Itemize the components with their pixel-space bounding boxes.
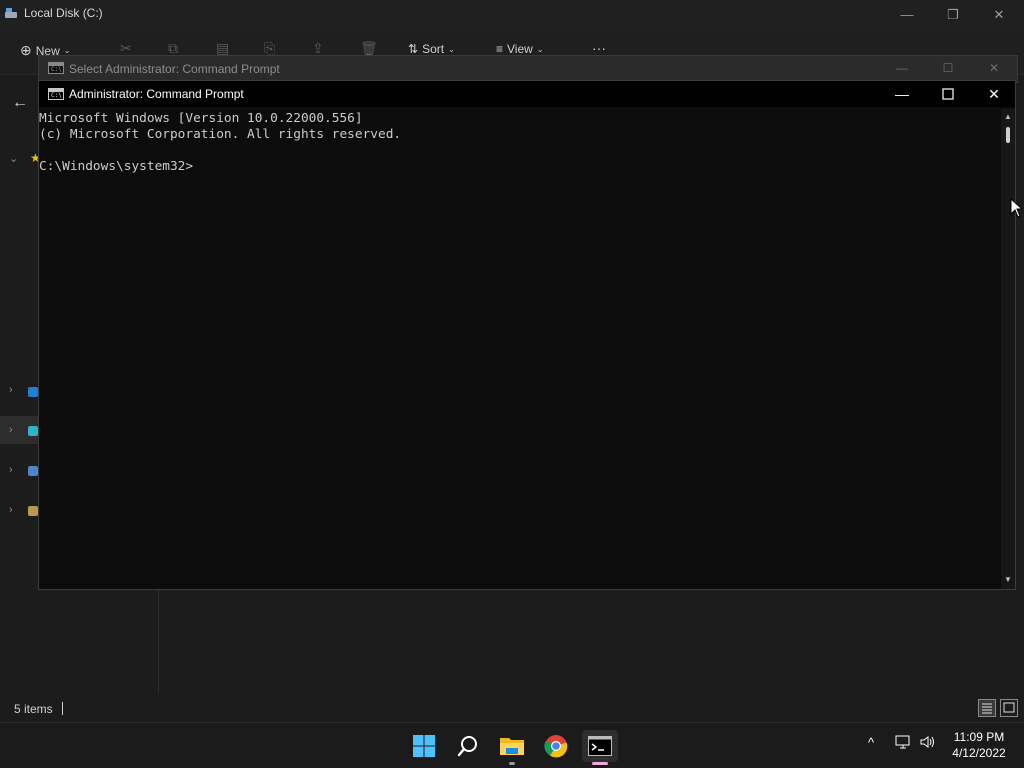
console-scrollbar[interactable]: ▲ ▼	[1001, 109, 1015, 589]
onedrive-icon	[28, 387, 38, 397]
console-prompt: C:\Windows\system32>	[39, 159, 194, 174]
drive-icon	[4, 6, 18, 18]
taskbar: ^ 11:09 PM 4/12/2022	[0, 722, 1024, 768]
ghost-maximize-button[interactable]: ☐	[925, 56, 971, 80]
details-view-button[interactable]	[978, 699, 996, 717]
chevron-down-icon: ⌄	[63, 46, 71, 55]
chevron-up-icon[interactable]: ^	[868, 735, 874, 750]
ghost-window-title: Select Administrator: Command Prompt	[69, 62, 280, 76]
plus-icon: ⊕	[20, 42, 32, 58]
sort-button[interactable]: ⇅ Sort ⌄	[408, 42, 455, 56]
console-line: (c) Microsoft Corporation. All rights re…	[39, 127, 402, 142]
chrome-icon[interactable]	[540, 730, 572, 762]
view-label: View	[507, 42, 533, 56]
search-icon[interactable]	[452, 730, 484, 762]
items-count: 5 items	[14, 702, 53, 716]
explorer-restore-button[interactable]: ❐	[930, 0, 976, 30]
network-icon[interactable]	[895, 735, 911, 752]
scroll-down-arrow-icon[interactable]: ▼	[1001, 575, 1015, 584]
chevron-down-icon[interactable]: ⌄	[9, 152, 18, 165]
chevron-right-icon[interactable]: ›	[9, 384, 13, 396]
chevron-down-icon: ⌄	[536, 44, 544, 54]
ghost-minimize-button[interactable]: —	[879, 56, 925, 80]
console-output[interactable]: Microsoft Windows [Version 10.0.22000.55…	[39, 111, 999, 587]
cmd-titlebar[interactable]: C:\ Administrator: Command Prompt — ✕	[39, 81, 1015, 107]
this-pc-icon	[28, 426, 38, 436]
chevron-down-icon: ⌄	[448, 44, 455, 54]
view-button[interactable]: ≡ View ⌄	[496, 42, 544, 56]
scroll-up-arrow-icon[interactable]: ▲	[1001, 112, 1015, 121]
view-icon: ≡	[496, 42, 504, 56]
clock-time[interactable]: 11:09 PM	[944, 730, 1014, 744]
console-line: Microsoft Windows [Version 10.0.22000.55…	[39, 111, 363, 126]
large-icons-view-button[interactable]	[1000, 699, 1018, 717]
explorer-running-indicator	[509, 762, 515, 765]
explorer-minimize-button[interactable]: —	[884, 0, 930, 30]
explorer-statusbar	[0, 694, 1024, 722]
explorer-title: Local Disk (C:)	[24, 6, 103, 20]
sort-label: Sort	[422, 42, 445, 56]
status-separator	[62, 702, 63, 715]
ghost-close-button[interactable]: ✕	[971, 56, 1017, 80]
ghost-command-prompt-window: C:\ Select Administrator: Command Prompt…	[38, 55, 1018, 83]
chevron-right-icon[interactable]: ›	[9, 424, 13, 436]
cmd-active-indicator	[592, 762, 608, 765]
sort-icon: ⇅	[408, 42, 419, 56]
command-prompt-icon: C:\	[48, 62, 64, 74]
command-prompt-icon[interactable]	[582, 730, 618, 762]
cmd-minimize-button[interactable]: —	[879, 81, 925, 107]
cmd-close-button[interactable]: ✕	[971, 81, 1017, 107]
mouse-pointer-icon	[1010, 197, 1024, 223]
cmd-maximize-button[interactable]	[925, 81, 971, 107]
network-icon	[28, 466, 38, 476]
command-prompt-window: C:\ Administrator: Command Prompt — ✕ Mi…	[38, 80, 1016, 590]
chevron-right-icon[interactable]: ›	[9, 504, 13, 516]
chevron-right-icon[interactable]: ›	[9, 464, 13, 476]
start-icon[interactable]	[408, 730, 440, 762]
more-options-button[interactable]: ···	[592, 40, 606, 56]
command-prompt-icon: C:\	[48, 88, 64, 100]
scrollbar-thumb[interactable]	[1006, 127, 1010, 143]
volume-icon[interactable]	[920, 735, 936, 752]
explorer-titlebar: Local Disk (C:) — ❐ ✕	[0, 0, 1024, 30]
linux-icon	[28, 506, 38, 516]
explorer-close-button[interactable]: ✕	[976, 0, 1022, 30]
file-explorer-icon[interactable]	[496, 730, 528, 762]
cmd-window-title: Administrator: Command Prompt	[69, 87, 244, 101]
clock-date[interactable]: 4/12/2022	[944, 746, 1014, 760]
